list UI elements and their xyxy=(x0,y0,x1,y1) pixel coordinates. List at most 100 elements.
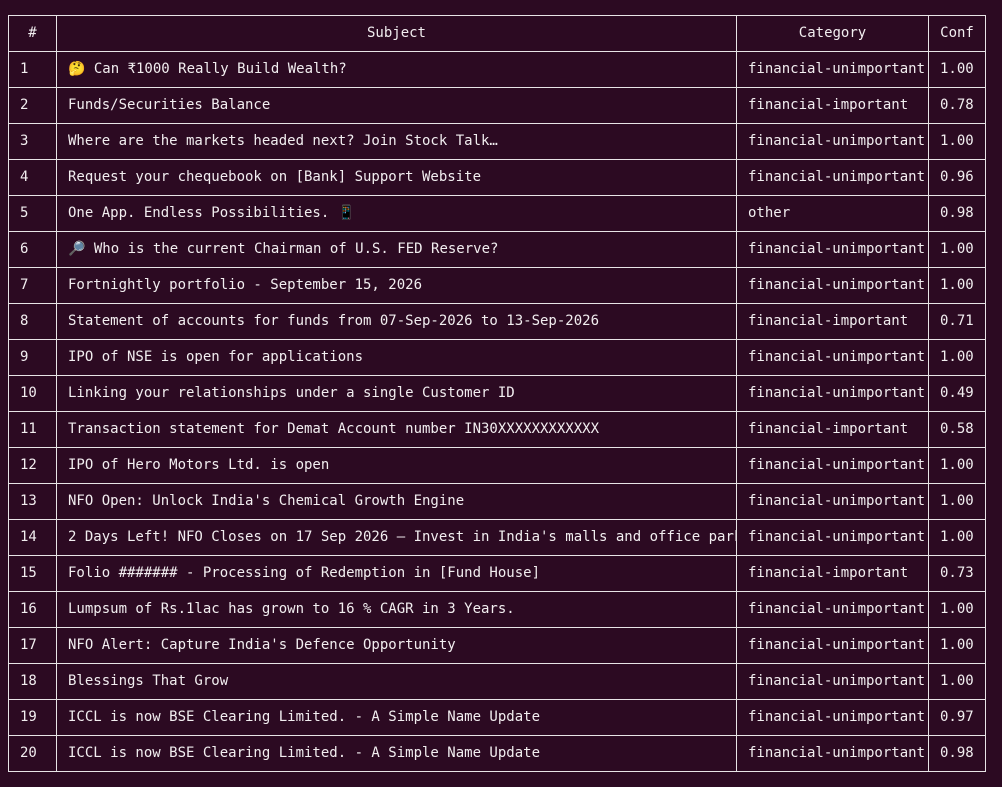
cell-conf: 1.00 xyxy=(928,267,986,304)
cell-conf: 1.00 xyxy=(928,123,986,160)
cell-num: 2 xyxy=(8,87,57,124)
cell-subject: ICCL is now BSE Clearing Limited. - A Si… xyxy=(56,699,737,736)
cell-subject: Request your chequebook on [Bank] Suppor… xyxy=(56,159,737,196)
cell-subject: ICCL is now BSE Clearing Limited. - A Si… xyxy=(56,735,737,772)
table-row: 18 Blessings That Grow financial-unimporta… xyxy=(8,663,986,700)
cell-conf: 1.00 xyxy=(928,231,986,268)
cell-subject: Lumpsum of Rs.1lac has grown to 16 % CAG… xyxy=(56,591,737,628)
cell-subject: Folio ####### - Processing of Redemption… xyxy=(56,555,737,592)
table-row: 2 Funds/Securities Balance financial-impor… xyxy=(8,87,986,124)
cell-subject: 2 Days Left! NFO Closes on 17 Sep 2026 –… xyxy=(56,519,737,556)
cell-num: 10 xyxy=(8,375,57,412)
table-row: 16 Lumpsum of Rs.1lac has grown to 16 % C… xyxy=(8,591,986,628)
cell-category: financial-unimportant xyxy=(736,123,929,160)
cell-subject: Fortnightly portfolio - September 15, 20… xyxy=(56,267,737,304)
cell-num: 9 xyxy=(8,339,57,376)
cell-conf: 0.97 xyxy=(928,699,986,736)
header-category: Category xyxy=(736,15,929,52)
table-row: 15 Folio ####### - Processing of Redempti… xyxy=(8,555,986,592)
cell-category: other xyxy=(736,195,929,232)
table-header: # Subject Category Conf xyxy=(8,15,986,52)
cell-conf: 1.00 xyxy=(928,627,986,664)
table-row: 9 IPO of NSE is open for applications fina… xyxy=(8,339,986,376)
cell-category: financial-unimportant xyxy=(736,231,929,268)
cell-category: financial-unimportant xyxy=(736,267,929,304)
cell-num: 13 xyxy=(8,483,57,520)
cell-num: 8 xyxy=(8,303,57,340)
table-row: 1 🤔 Can ₹1000 Really Build Wealth? financi… xyxy=(8,51,986,88)
cell-num: 3 xyxy=(8,123,57,160)
cell-num: 16 xyxy=(8,591,57,628)
cell-conf: 1.00 xyxy=(928,483,986,520)
cell-num: 7 xyxy=(8,267,57,304)
cell-subject: One App. Endless Possibilities. 📱 xyxy=(56,195,737,232)
table-row: 10 Linking your relationships under a sin… xyxy=(8,375,986,412)
cell-num: 18 xyxy=(8,663,57,700)
cell-conf: 0.98 xyxy=(928,735,986,772)
cell-conf: 1.00 xyxy=(928,519,986,556)
cell-category: financial-unimportant xyxy=(736,159,929,196)
cell-num: 14 xyxy=(8,519,57,556)
cell-category: financial-unimportant xyxy=(736,339,929,376)
table-row: 11 Transaction statement for Demat Accoun… xyxy=(8,411,986,448)
header-subject: Subject xyxy=(56,15,737,52)
table-row: 3 Where are the markets headed next? Join… xyxy=(8,123,986,160)
cell-subject: IPO of NSE is open for applications xyxy=(56,339,737,376)
header-num: # xyxy=(8,15,57,52)
cell-conf: 1.00 xyxy=(928,339,986,376)
cell-category: financial-unimportant xyxy=(736,699,929,736)
cell-conf: 0.96 xyxy=(928,159,986,196)
cell-conf: 1.00 xyxy=(928,51,986,88)
table-row: 4 Request your chequebook on [Bank] Suppo… xyxy=(8,159,986,196)
cell-subject: NFO Open: Unlock India's Chemical Growth… xyxy=(56,483,737,520)
table-row: 14 2 Days Left! NFO Closes on 17 Sep 2026… xyxy=(8,519,986,556)
cell-category: financial-unimportant xyxy=(736,447,929,484)
table-row: 7 Fortnightly portfolio - September 15, 2… xyxy=(8,267,986,304)
cell-subject: Funds/Securities Balance xyxy=(56,87,737,124)
header-conf: Conf xyxy=(928,15,986,52)
classification-table: # Subject Category Conf 1 🤔 Can ₹1000 Rea… xyxy=(8,15,986,772)
cell-num: 5 xyxy=(8,195,57,232)
cell-conf: 0.58 xyxy=(928,411,986,448)
cell-num: 1 xyxy=(8,51,57,88)
cell-subject: IPO of Hero Motors Ltd. is open xyxy=(56,447,737,484)
cell-subject: Blessings That Grow xyxy=(56,663,737,700)
cell-conf: 0.73 xyxy=(928,555,986,592)
table-row: 19 ICCL is now BSE Clearing Limited. - A … xyxy=(8,699,986,736)
cell-subject: Linking your relationships under a singl… xyxy=(56,375,737,412)
cell-category: financial-unimportant xyxy=(736,51,929,88)
cell-subject: Statement of accounts for funds from 07-… xyxy=(56,303,737,340)
cell-num: 15 xyxy=(8,555,57,592)
cell-category: financial-unimportant xyxy=(736,375,929,412)
cell-category: financial-unimportant xyxy=(736,591,929,628)
cell-category: financial-unimportant xyxy=(736,735,929,772)
cell-subject: NFO Alert: Capture India's Defence Oppor… xyxy=(56,627,737,664)
cell-conf: 0.98 xyxy=(928,195,986,232)
cell-category: financial-unimportant xyxy=(736,627,929,664)
cell-category: financial-important xyxy=(736,303,929,340)
cell-category: financial-unimportant xyxy=(736,483,929,520)
cell-num: 4 xyxy=(8,159,57,196)
cell-category: financial-unimportant xyxy=(736,663,929,700)
table-row: 5 One App. Endless Possibilities. 📱 other 0… xyxy=(8,195,986,232)
cell-conf: 1.00 xyxy=(928,447,986,484)
cell-num: 20 xyxy=(8,735,57,772)
cell-conf: 0.71 xyxy=(928,303,986,340)
cell-category: financial-unimportant xyxy=(736,519,929,556)
cell-subject: 🤔 Can ₹1000 Really Build Wealth? xyxy=(56,51,737,88)
table-row: 12 IPO of Hero Motors Ltd. is open financi… xyxy=(8,447,986,484)
cell-conf: 0.49 xyxy=(928,375,986,412)
header-row: # Subject Category Conf xyxy=(8,15,986,52)
cell-conf: 0.78 xyxy=(928,87,986,124)
table-body: 1 🤔 Can ₹1000 Really Build Wealth? financi… xyxy=(8,51,986,772)
cell-category: financial-important xyxy=(736,555,929,592)
table-row: 6 🔎 Who is the current Chairman of U.S. F… xyxy=(8,231,986,268)
table-row: 13 NFO Open: Unlock India's Chemical Grow… xyxy=(8,483,986,520)
cell-num: 6 xyxy=(8,231,57,268)
cell-num: 17 xyxy=(8,627,57,664)
table-row: 20 ICCL is now BSE Clearing Limited. - A … xyxy=(8,735,986,772)
cell-category: financial-important xyxy=(736,87,929,124)
table-row: 8 Statement of accounts for funds from 07… xyxy=(8,303,986,340)
cell-subject: Where are the markets headed next? Join … xyxy=(56,123,737,160)
cell-num: 12 xyxy=(8,447,57,484)
